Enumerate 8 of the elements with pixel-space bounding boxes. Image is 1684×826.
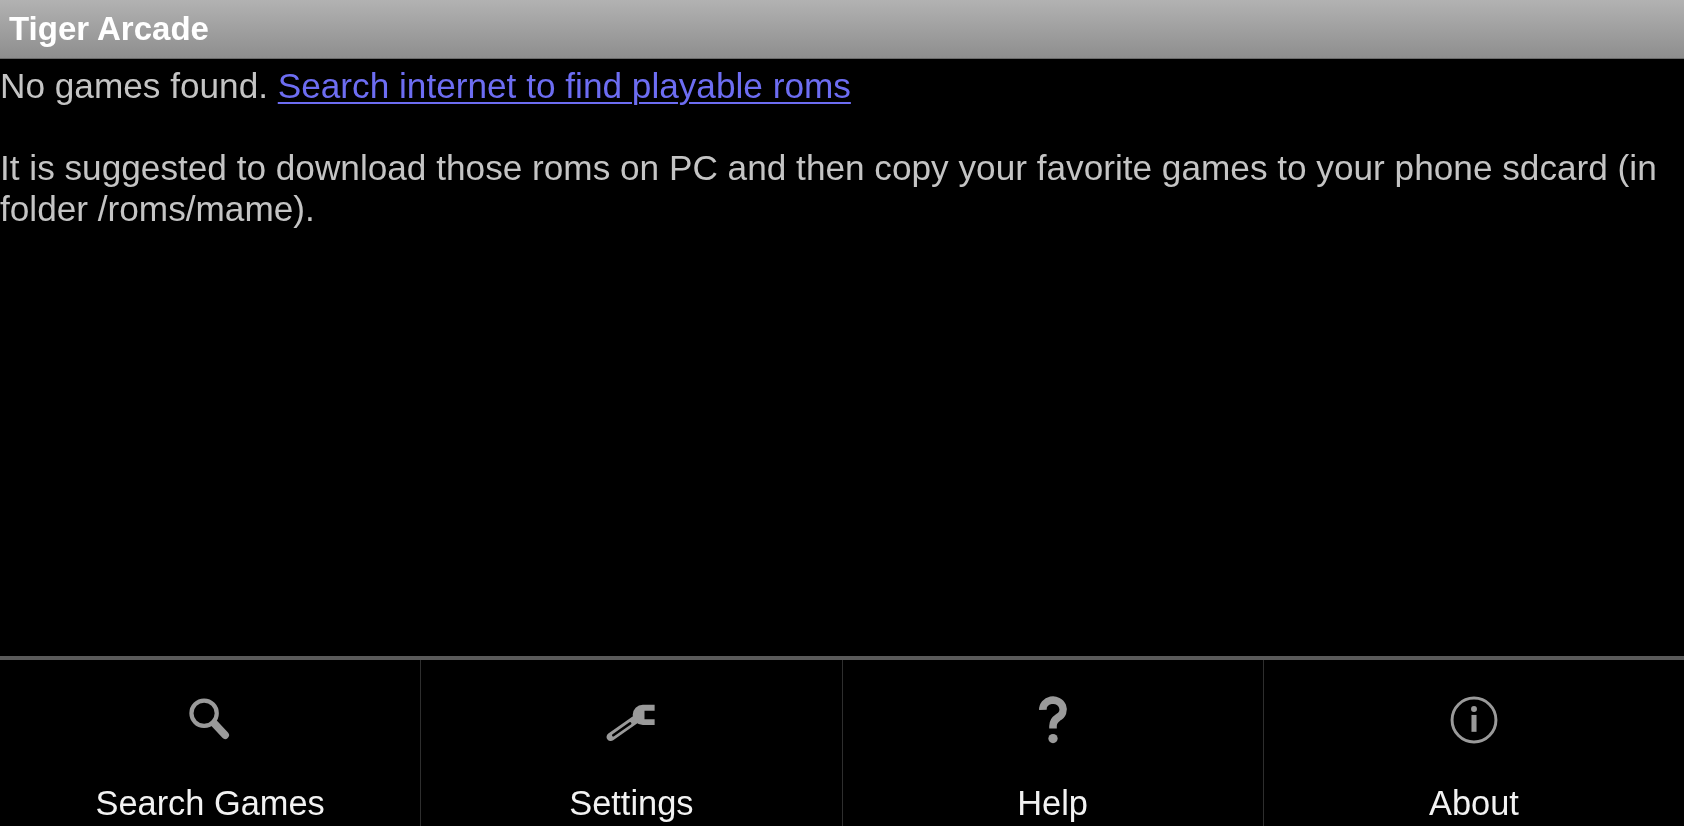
help-button[interactable]: Help [842,660,1263,826]
search-roms-link[interactable]: Search internet to find playable roms [277,66,851,105]
status-text: No games found. [0,66,268,105]
about-button[interactable]: About [1263,660,1684,826]
hint-text: It is suggested to download those roms on PC and then copy your favorite games to your phone sdcard (in folder /roms/mame). [0,147,1658,229]
settings-button[interactable]: Settings [421,660,842,826]
search-button[interactable]: Search Games [0,660,421,826]
app-title: Tiger Arcade [9,10,209,48]
